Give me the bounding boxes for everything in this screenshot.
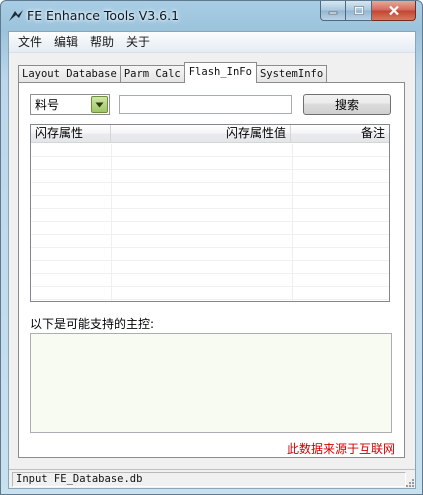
size-grip-icon[interactable] (404, 477, 414, 487)
column-divider (111, 144, 112, 301)
dropdown-arrow-icon (95, 102, 104, 107)
table-row (31, 287, 389, 300)
client-area: 文件 编辑 帮助 关于 Layout Database Parm Calc Fl… (8, 31, 416, 489)
column-header-note[interactable]: 备注 (291, 125, 389, 143)
menu-edit[interactable]: 编辑 (48, 33, 84, 52)
table-header: 闪存属性 闪存属性值 备注 (31, 125, 389, 143)
table-row (31, 209, 389, 222)
table-row (31, 261, 389, 274)
table-row (31, 274, 389, 287)
tab-layout-database[interactable]: Layout Database (18, 65, 121, 83)
search-field-select[interactable]: 料号 (30, 94, 110, 115)
dropdown-button[interactable] (91, 96, 108, 113)
status-bar: Input FE_Database.db (9, 469, 415, 488)
data-source-note: 此数据来源于互联网 (286, 442, 395, 456)
table-row (31, 183, 389, 196)
search-field-value: 料号 (35, 98, 60, 112)
table-row (31, 222, 389, 235)
column-divider (292, 144, 293, 301)
table-row (31, 144, 389, 157)
window-title: FE Enhance Tools V3.6.1 (27, 8, 180, 23)
menu-about[interactable]: 关于 (120, 33, 156, 52)
column-header-value[interactable]: 闪存属性值 (111, 125, 291, 143)
menu-bar: 文件 编辑 帮助 关于 (9, 32, 415, 53)
flash-info-panel: 料号 搜索 闪存属性 闪存属性值 备注 以下是可能支持的主控: 此数据来源于互联… (18, 82, 405, 458)
title-bar[interactable]: FE Enhance Tools V3.6.1 (1, 1, 422, 31)
minimize-button[interactable] (320, 1, 346, 21)
supported-controllers-label: 以下是可能支持的主控: (30, 317, 155, 331)
status-text: Input FE_Database.db (12, 472, 406, 487)
app-window: FE Enhance Tools V3.6.1 文件 编辑 帮助 关于 Layo… (0, 0, 423, 495)
table-row (31, 235, 389, 248)
column-header-attribute[interactable]: 闪存属性 (31, 125, 111, 143)
minimize-icon (328, 11, 338, 14)
maximize-button[interactable] (346, 1, 372, 21)
tab-system-info[interactable]: SystemInfo (255, 65, 328, 83)
flash-attribute-table[interactable]: 闪存属性 闪存属性值 备注 (30, 124, 390, 302)
caption-buttons (320, 1, 416, 21)
tab-strip: Layout Database Parm Calc Flash_InFo Sys… (18, 62, 328, 83)
tab-flash-info[interactable]: Flash_InFo (183, 62, 257, 83)
table-row (31, 196, 389, 209)
menu-help[interactable]: 帮助 (84, 33, 120, 52)
menu-file[interactable]: 文件 (12, 33, 48, 52)
tab-parm-calc[interactable]: Parm Calc (119, 65, 185, 83)
table-row (31, 157, 389, 170)
search-button[interactable]: 搜索 (303, 94, 391, 115)
app-logo-icon (9, 10, 23, 21)
table-row (31, 248, 389, 261)
supported-controllers-textarea[interactable] (30, 333, 392, 433)
search-input[interactable] (119, 95, 292, 114)
table-row (31, 170, 389, 183)
close-button[interactable] (372, 1, 416, 21)
close-icon (388, 5, 399, 16)
maximize-icon (353, 5, 364, 15)
table-body[interactable] (31, 144, 389, 301)
